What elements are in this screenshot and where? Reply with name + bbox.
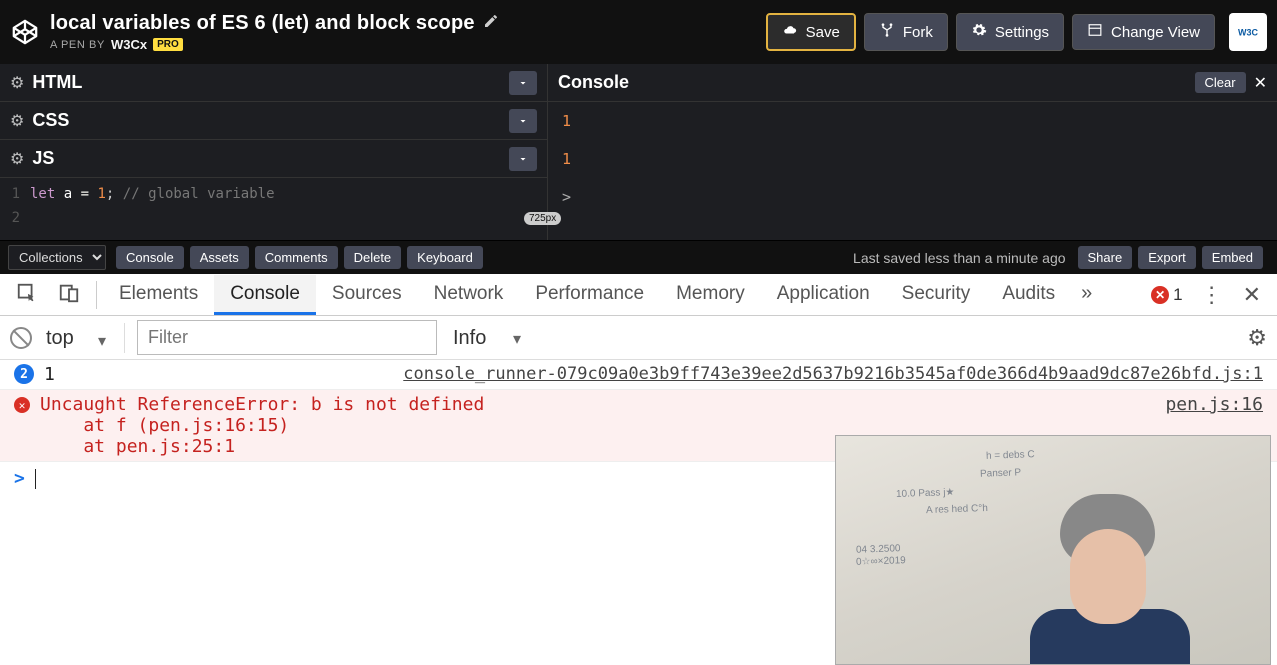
log-level-select[interactable]: Info — [449, 323, 537, 353]
author-name[interactable]: W3Cx — [111, 37, 147, 52]
profile-avatar[interactable]: W3C — [1229, 13, 1267, 51]
pro-badge: PRO — [153, 38, 183, 51]
css-panel-header[interactable]: ⚙ CSS — [0, 102, 547, 140]
filter-input[interactable] — [137, 320, 437, 355]
console-toggle-button[interactable]: Console — [116, 246, 184, 269]
log-text: 1 — [44, 364, 55, 385]
change-view-label: Change View — [1111, 24, 1200, 41]
clear-console-icon[interactable] — [5, 322, 36, 353]
svg-text:W3C: W3C — [1238, 28, 1259, 38]
js-panel-header[interactable]: ⚙ JS — [0, 140, 547, 178]
close-devtools-icon[interactable]: ✕ — [1233, 278, 1271, 312]
embed-button[interactable]: Embed — [1202, 246, 1263, 269]
console-log-row: 2 1 console_runner-079c09a0e3b9ff743e39e… — [0, 360, 1277, 390]
error-count-chip[interactable]: ✕ 1 — [1151, 285, 1182, 305]
tab-application[interactable]: Application — [761, 275, 886, 315]
console-prompt[interactable]: > — [562, 188, 1263, 206]
saved-status: Last saved less than a minute ago — [853, 250, 1065, 266]
gear-icon[interactable]: ⚙ — [10, 73, 24, 93]
device-toggle-icon[interactable] — [48, 276, 90, 313]
clear-console-button[interactable]: Clear — [1195, 72, 1246, 93]
webcam-overlay: h = debs C Panser P A res hed C°h 10.0 P… — [835, 435, 1271, 665]
collections-select[interactable]: Collections — [8, 245, 106, 270]
gear-icon[interactable]: ⚙ — [10, 111, 24, 131]
codepen-logo[interactable] — [10, 17, 40, 47]
delete-button[interactable]: Delete — [344, 246, 402, 269]
line-number: 1 — [0, 186, 30, 202]
codepen-console-output: 1 1 > — [548, 102, 1277, 216]
assets-button[interactable]: Assets — [190, 246, 249, 269]
fork-icon — [879, 22, 895, 42]
edit-title-icon[interactable] — [483, 13, 499, 34]
width-badge: 725px — [524, 212, 561, 225]
tab-sources[interactable]: Sources — [316, 275, 418, 315]
tab-network[interactable]: Network — [418, 275, 520, 315]
error-icon: ✕ — [1151, 286, 1169, 304]
tab-elements[interactable]: Elements — [103, 275, 214, 315]
repeat-count-badge: 2 — [14, 364, 34, 384]
console-line: 1 — [562, 112, 1263, 130]
console-line: 1 — [562, 150, 1263, 168]
layout-icon — [1087, 23, 1103, 41]
cloud-icon — [782, 23, 798, 41]
fork-button[interactable]: Fork — [864, 13, 948, 51]
pen-title[interactable]: local variables of ES 6 (let) and block … — [50, 12, 475, 35]
prompt-caret-icon: > — [14, 468, 25, 489]
html-label: HTML — [32, 72, 509, 93]
tab-performance[interactable]: Performance — [519, 275, 660, 315]
js-label: JS — [32, 148, 509, 169]
share-button[interactable]: Share — [1078, 246, 1133, 269]
console-settings-icon[interactable]: ⚙ — [1247, 325, 1267, 351]
settings-label: Settings — [995, 24, 1049, 41]
change-view-button[interactable]: Change View — [1072, 14, 1215, 50]
gear-icon[interactable]: ⚙ — [10, 149, 24, 169]
chevron-down-icon[interactable] — [509, 71, 537, 95]
more-tabs-icon[interactable]: » — [1071, 276, 1102, 314]
comments-button[interactable]: Comments — [255, 246, 338, 269]
chevron-down-icon[interactable] — [509, 109, 537, 133]
js-editor[interactable]: 1 let a = 1; // global variable 2 — [0, 178, 547, 240]
error-icon: ✕ — [14, 397, 30, 413]
css-label: CSS — [32, 110, 509, 131]
tab-audits[interactable]: Audits — [986, 275, 1071, 315]
source-link[interactable]: console_runner-079c09a0e3b9ff743e39ee2d5… — [403, 364, 1263, 384]
close-icon[interactable]: ✕ — [1254, 73, 1267, 93]
export-button[interactable]: Export — [1138, 246, 1196, 269]
kebab-menu-icon[interactable]: ⋮ — [1191, 278, 1233, 312]
text-cursor — [35, 469, 36, 489]
fork-label: Fork — [903, 24, 933, 41]
inspect-element-icon[interactable] — [6, 276, 48, 313]
tab-console[interactable]: Console — [214, 275, 316, 315]
chevron-down-icon[interactable] — [509, 147, 537, 171]
error-text: Uncaught ReferenceError: b is not define… — [40, 394, 484, 457]
gear-icon — [971, 22, 987, 42]
context-select[interactable]: top — [44, 323, 114, 353]
html-panel-header[interactable]: ⚙ HTML — [0, 64, 547, 102]
save-label: Save — [806, 24, 840, 41]
error-count: 1 — [1173, 285, 1182, 305]
tab-memory[interactable]: Memory — [660, 275, 761, 315]
tab-security[interactable]: Security — [886, 275, 987, 315]
pen-by-label: A PEN BY — [50, 39, 105, 51]
console-title: Console — [558, 72, 1195, 93]
keyboard-button[interactable]: Keyboard — [407, 246, 483, 269]
save-button[interactable]: Save — [766, 13, 856, 51]
settings-button[interactable]: Settings — [956, 13, 1064, 51]
source-link[interactable]: pen.js:16 — [1165, 394, 1263, 415]
line-number: 2 — [0, 210, 30, 226]
